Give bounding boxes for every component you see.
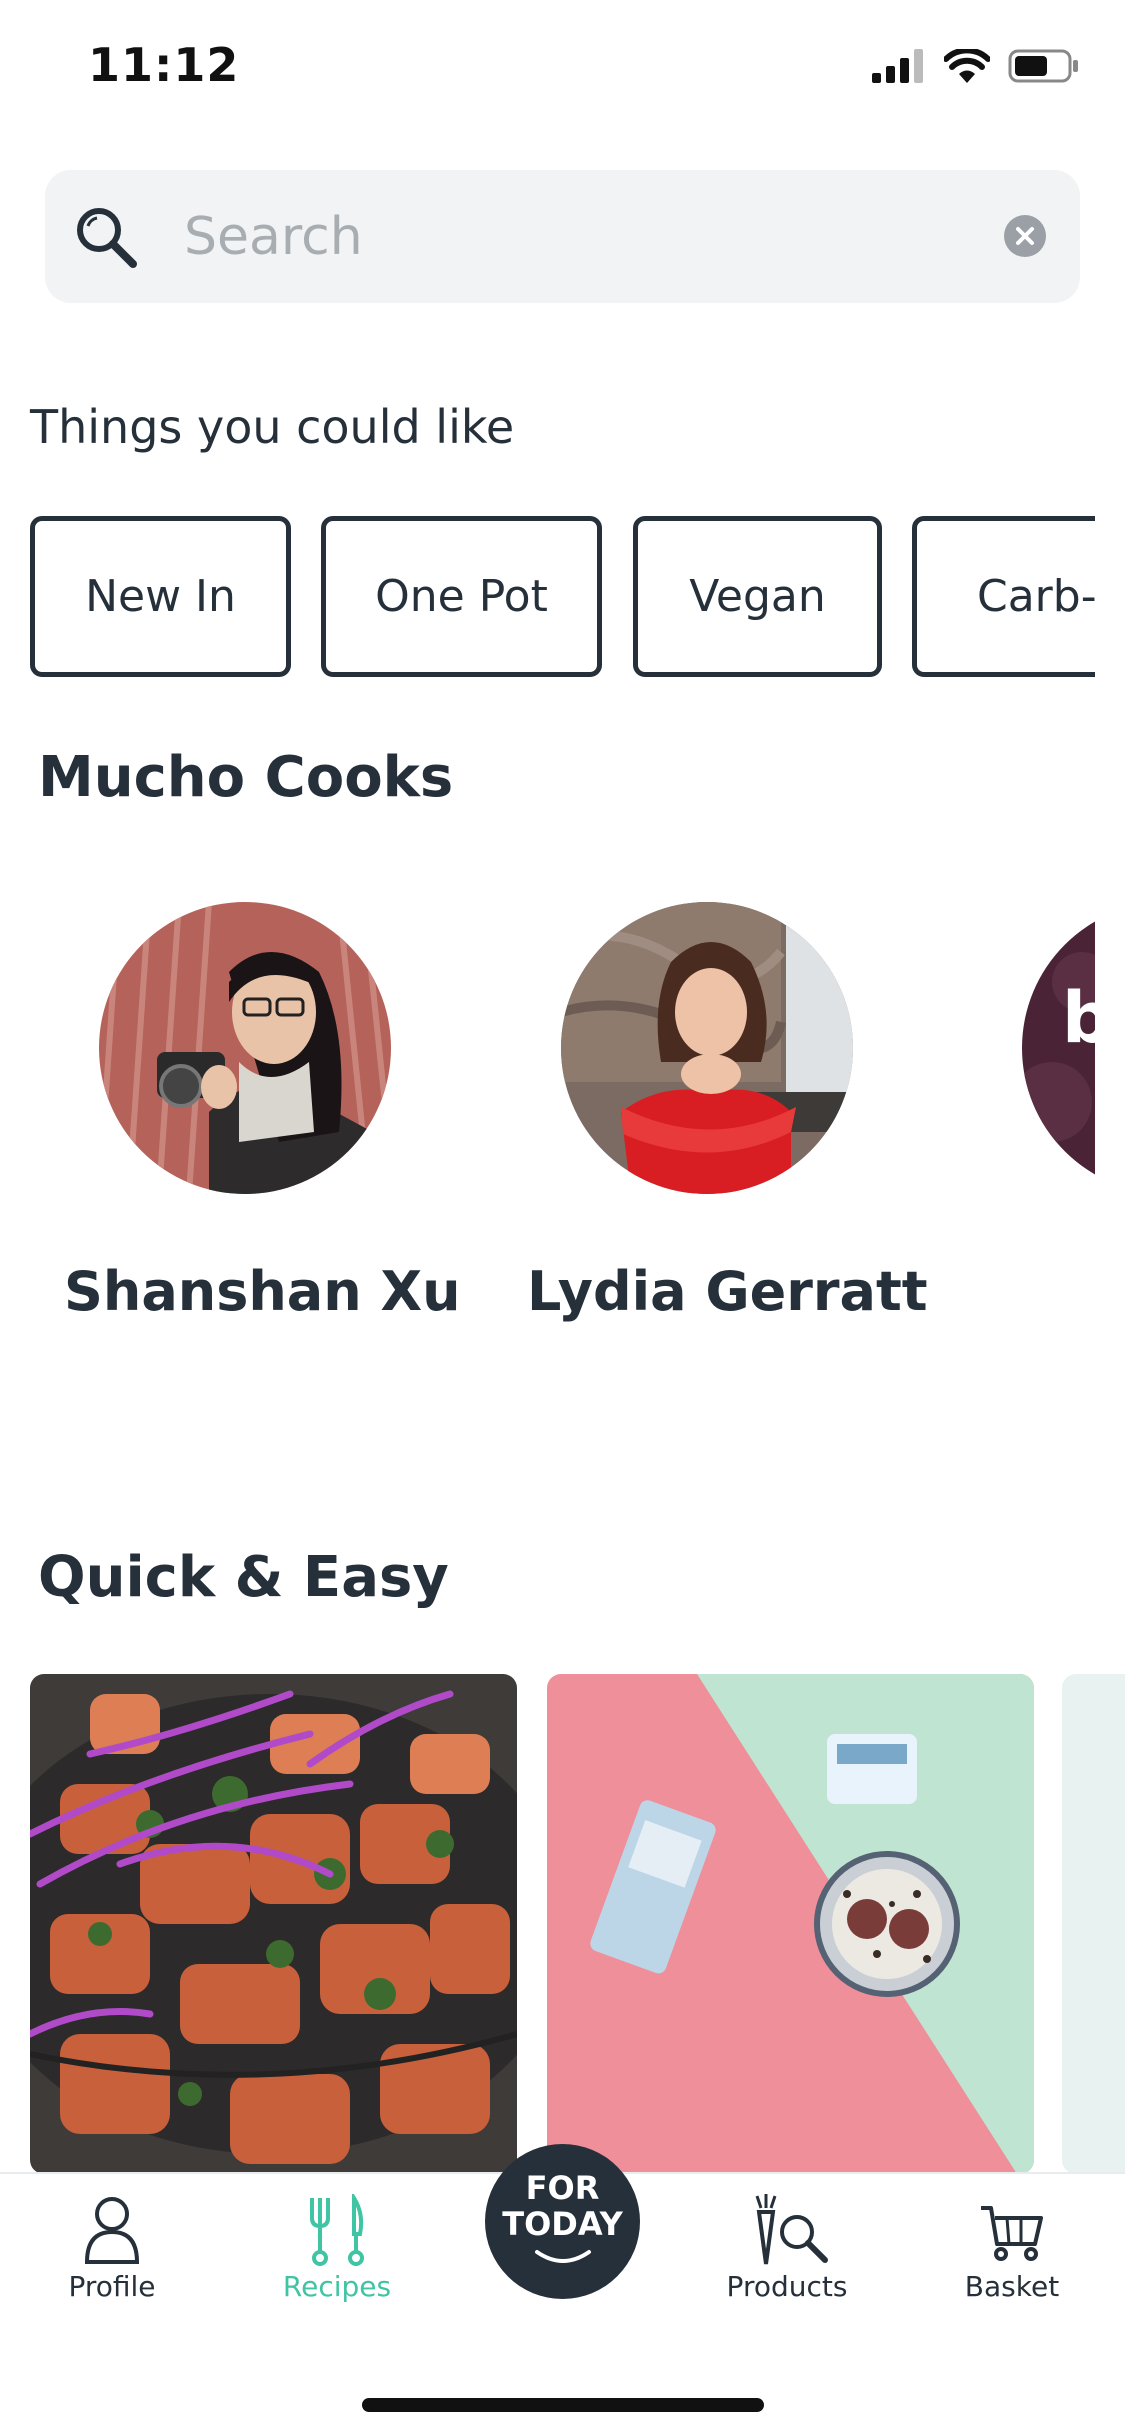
carrot-search-icon — [755, 2194, 828, 2265]
recipe-card-partial[interactable] — [1062, 1674, 1125, 2174]
quick-easy-title: Quick & Easy — [38, 1545, 449, 1610]
cook-avatar-shanshan[interactable] — [99, 902, 391, 1194]
quick-easy-carousel — [0, 1674, 1125, 2174]
suggestion-chips: New In One Pot Vegan Carb- — [0, 516, 1095, 686]
status-bar: 11:12 — [0, 0, 1125, 135]
clear-icon[interactable] — [1004, 215, 1046, 257]
tab-recipes[interactable]: Recipes — [237, 2194, 437, 2314]
search-icon — [77, 208, 137, 268]
chip-one-pot[interactable]: One Pot — [321, 516, 602, 677]
fork-knife-icon — [310, 2194, 364, 2266]
person-icon — [84, 2197, 140, 2264]
tab-profile[interactable]: Profile — [12, 2194, 212, 2314]
status-time: 11:12 — [88, 38, 240, 92]
chip-carb[interactable]: Carb- — [912, 516, 1095, 677]
svg-text:b: b — [1062, 977, 1095, 1059]
signal-icon — [872, 49, 923, 83]
for-today-line2: TODAY — [502, 2205, 623, 2243]
recipes-screen: 11:12 Search Things you could like New I… — [0, 0, 1125, 2436]
search-bar[interactable] — [45, 170, 1080, 303]
home-indicator — [362, 2398, 764, 2412]
cook-name-lydia[interactable]: Lydia Gerratt — [527, 1260, 928, 1323]
tab-products-label: Products — [726, 2270, 848, 2303]
recipe-card-coconut-yoghurt[interactable] — [547, 1674, 1034, 2174]
search-input[interactable] — [182, 198, 1006, 276]
cook-avatar-lydia[interactable] — [561, 902, 853, 1194]
tab-bar: Profile Recipes FOR TODAY Products Baske… — [0, 2144, 1125, 2436]
status-icons — [872, 48, 1080, 84]
recipe-card-sweet-potato[interactable] — [30, 1674, 517, 2174]
tab-profile-label: Profile — [68, 2270, 156, 2303]
tab-basket[interactable]: Basket — [912, 2194, 1112, 2314]
suggestions-title: Things you could like — [30, 400, 515, 454]
cooks-title: Mucho Cooks — [38, 745, 454, 810]
cook-name-shanshan[interactable]: Shanshan Xu — [64, 1260, 461, 1323]
chip-vegan[interactable]: Vegan — [633, 516, 882, 677]
cook-avatar-partial[interactable]: b — [1022, 902, 1095, 1194]
wifi-icon — [944, 49, 990, 83]
smile-icon — [534, 2250, 591, 2263]
battery-icon — [1008, 49, 1078, 83]
for-today-button[interactable]: FOR TODAY — [485, 2144, 640, 2299]
chip-new-in[interactable]: New In — [30, 516, 291, 677]
cart-icon — [981, 2206, 1043, 2261]
cooks-carousel: Shanshan Xu Lydia Gerratt b — [0, 860, 1095, 1340]
tab-recipes-label: Recipes — [282, 2270, 392, 2303]
tab-basket-label: Basket — [964, 2270, 1060, 2303]
tab-products[interactable]: Products — [687, 2194, 887, 2314]
for-today-line1: FOR — [525, 2169, 600, 2207]
